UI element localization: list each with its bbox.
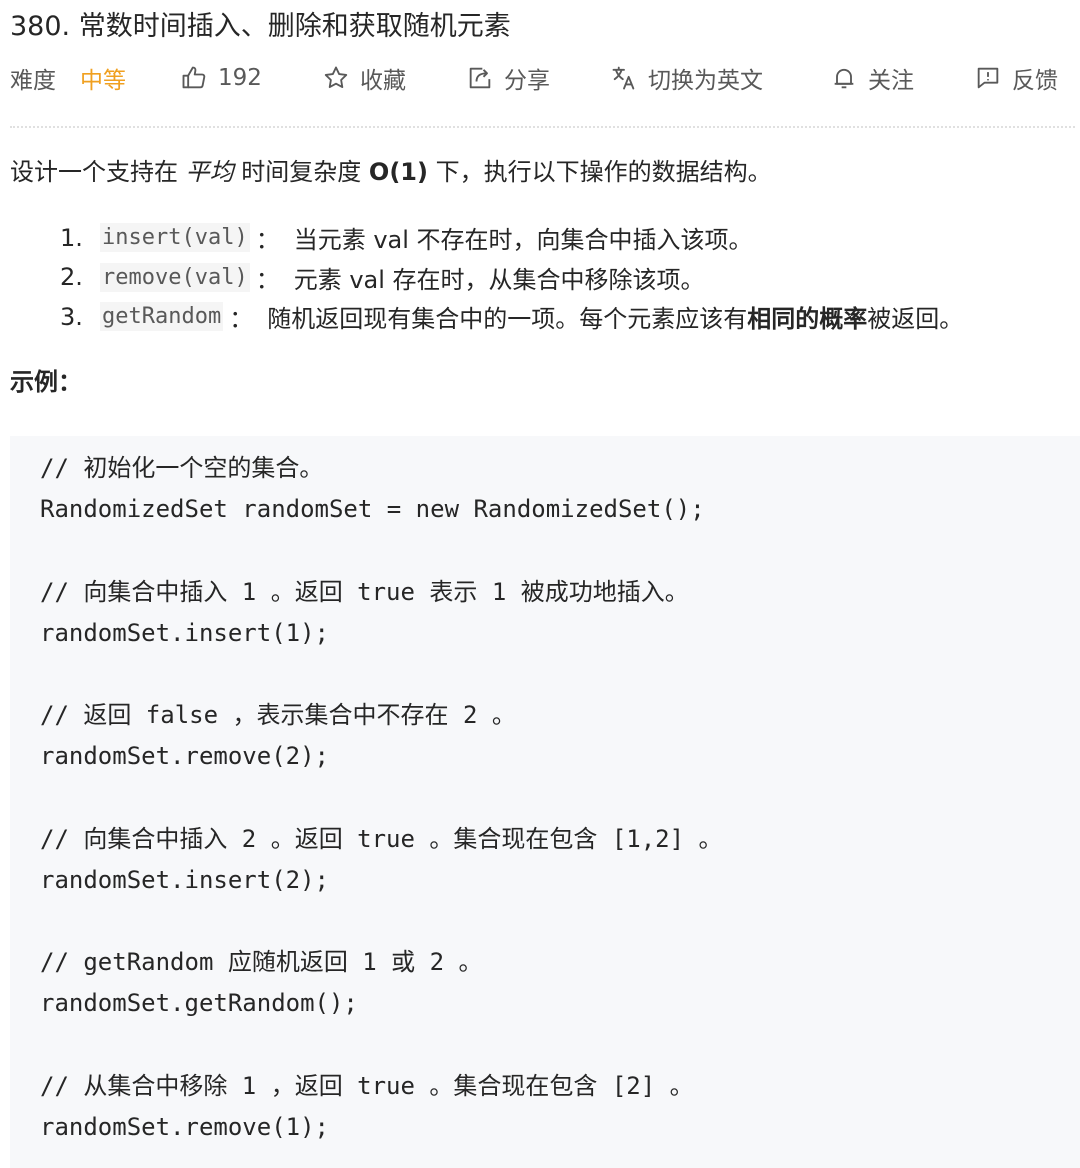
code-block: // 初始化一个空的集合。 RandomizedSet randomSet = n…	[10, 436, 1080, 1168]
problem-toolbar: 难度 中等 192 收藏 分享 切换为英文 关注 反馈	[10, 58, 1075, 98]
code-line: // 初始化一个空的集合。	[40, 454, 324, 482]
follow-button[interactable]: 关注	[830, 58, 914, 98]
code-line: // 向集合中插入 1 。返回 true 表示 1 被成功地插入。	[40, 577, 689, 606]
share-label: 分享	[504, 68, 550, 94]
list-number: 2.	[60, 263, 83, 292]
feedback-icon	[974, 64, 1002, 92]
star-icon	[322, 64, 350, 92]
code-line: // 从集合中移除 1 ，返回 true 。集合现在包含 [2] 。	[40, 1071, 694, 1100]
operation-item: 2. remove(val) ： 元素 val 存在时，从集合中移除该项。	[60, 258, 963, 298]
operation-text: 当元素 val 不存在时，向集合中插入该项。	[293, 226, 753, 255]
colon: ：	[255, 226, 280, 255]
translate-button[interactable]: 切换为英文	[610, 58, 763, 98]
operation-text: 随机返回现有集合中的一项。每个元素应该有	[267, 305, 748, 334]
colon: ：	[255, 265, 280, 294]
like-count: 192	[218, 65, 262, 91]
operation-item: 3. getRandom ： 随机返回现有集合中的一项。每个元素应该有 相同的概率…	[60, 297, 963, 337]
difficulty-label: 难度	[10, 68, 56, 94]
feedback-label: 反馈	[1012, 68, 1058, 94]
operation-item: 1. insert(val) ： 当元素 val 不存在时，向集合中插入该项。	[60, 218, 963, 258]
description-text: 设计一个支持在	[10, 158, 178, 186]
method-name: remove(val)	[100, 262, 250, 292]
code-line: randomSet.insert(1);	[40, 618, 329, 647]
code-line: // 向集合中插入 2 。返回 true 。集合现在包含 [1,2] 。	[40, 824, 723, 853]
colon: ：	[229, 305, 254, 334]
favorite-label: 收藏	[360, 68, 406, 94]
difficulty: 难度 中等	[10, 58, 126, 98]
code-line: RandomizedSet randomSet = new Randomized…	[40, 495, 705, 524]
code-line: // 返回 false ，表示集合中不存在 2 。	[40, 701, 516, 730]
method-name: insert(val)	[100, 223, 250, 253]
favorite-button[interactable]: 收藏	[322, 58, 406, 98]
code-line: randomSet.remove(2);	[40, 742, 329, 771]
problem-title: 380. 常数时间插入、删除和获取随机元素	[10, 11, 511, 42]
method-name: getRandom	[100, 302, 224, 332]
description-text: 时间复杂度	[241, 158, 362, 186]
follow-label: 关注	[868, 68, 914, 94]
thumbs-up-icon	[180, 64, 208, 92]
operation-text: 被返回。	[867, 305, 964, 334]
code-content: // 初始化一个空的集合。 RandomizedSet randomSet = n…	[40, 448, 723, 1148]
share-button[interactable]: 分享	[466, 58, 550, 98]
translate-label: 切换为英文	[648, 68, 763, 94]
description-emphasis: 平均	[185, 158, 234, 186]
like-button[interactable]: 192	[180, 58, 262, 98]
translate-icon	[610, 64, 638, 92]
example-heading: 示例：	[10, 368, 82, 396]
operation-text: 元素 val 存在时，从集合中移除该项。	[293, 265, 705, 294]
feedback-button[interactable]: 反馈	[974, 58, 1058, 98]
difficulty-value: 中等	[80, 68, 126, 94]
code-line: randomSet.insert(2);	[40, 865, 329, 894]
code-line: // getRandom 应随机返回 1 或 2 。	[40, 948, 483, 977]
operation-bold-text: 相同的概率	[747, 305, 868, 334]
divider	[10, 126, 1075, 128]
list-number: 3.	[60, 302, 83, 331]
list-number: 1.	[60, 223, 83, 252]
code-line: randomSet.remove(1);	[40, 1113, 329, 1141]
description-text: 下，执行以下操作的数据结构。	[435, 158, 772, 186]
bell-icon	[830, 64, 858, 92]
share-icon	[466, 64, 494, 92]
code-line: randomSet.getRandom();	[40, 989, 358, 1018]
operation-list: 1. insert(val) ： 当元素 val 不存在时，向集合中插入该项。 …	[60, 218, 963, 337]
problem-description: 设计一个支持在 平均 时间复杂度 O(1) 下，执行以下操作的数据结构。	[10, 152, 772, 187]
complexity: O(1)	[368, 158, 428, 186]
